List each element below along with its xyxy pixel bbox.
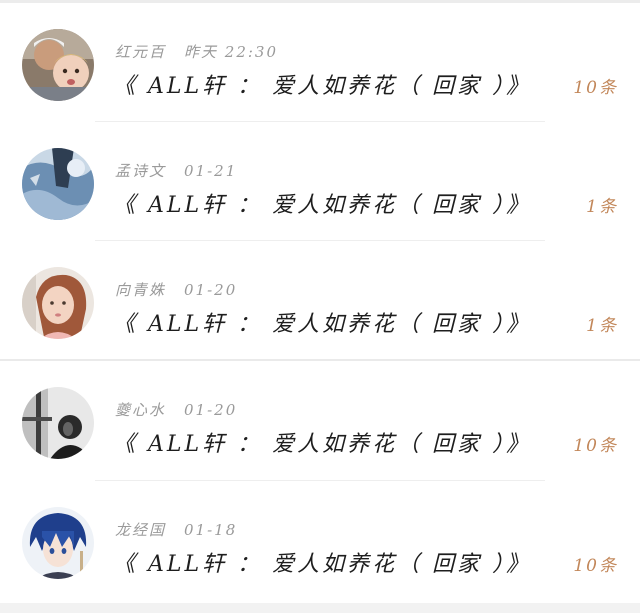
avatar-man-with-child-icon[interactable] <box>22 29 94 101</box>
article-title[interactable]: 《 ALL轩 ： 爱人如养花（ 回家 ）》 <box>113 187 531 219</box>
comment-time: 01-20 <box>184 281 238 299</box>
comment-time: 01-20 <box>184 401 238 419</box>
avatar-anime-boy-icon[interactable] <box>22 507 94 579</box>
comment-list-page: 红元百 昨天 22:30 《 ALL轩 ： 爱人如养花（ 回家 ）》 10条 孟诗… <box>0 0 640 613</box>
comment-meta: 龙经国 01-18 <box>115 519 237 540</box>
comment-time: 01-21 <box>184 162 238 180</box>
comment-count[interactable]: 1条 <box>586 311 618 336</box>
comment-meta: 向青姝 01-20 <box>115 279 237 300</box>
article-title[interactable]: 《 ALL轩 ： 爱人如养花（ 回家 ）》 <box>113 68 531 100</box>
comment-time: 昨天 22:30 <box>184 43 279 61</box>
article-title[interactable]: 《 ALL轩 ： 爱人如养花（ 回家 ）》 <box>113 306 531 338</box>
comment-time: 01-18 <box>184 521 238 539</box>
bottom-separator <box>0 603 640 613</box>
comment-count[interactable]: 10条 <box>573 431 618 456</box>
article-title[interactable]: 《 ALL轩 ： 爱人如养花（ 回家 ）》 <box>113 546 531 578</box>
author-name[interactable]: 夔心水 <box>115 401 166 419</box>
comment-meta: 夔心水 01-20 <box>115 399 237 420</box>
list-item[interactable]: 孟诗文 01-21 《 ALL轩 ： 爱人如养花（ 回家 ）》 1条 <box>0 124 640 243</box>
author-name[interactable]: 向青姝 <box>115 281 166 299</box>
list-item[interactable]: 红元百 昨天 22:30 《 ALL轩 ： 爱人如养花（ 回家 ）》 10条 <box>0 5 640 124</box>
comment-meta: 孟诗文 01-21 <box>115 160 237 181</box>
author-name[interactable]: 红元百 <box>115 43 166 61</box>
list-item[interactable]: 龙经国 01-18 《 ALL轩 ： 爱人如养花（ 回家 ）》 10条 <box>0 483 640 602</box>
comment-count[interactable]: 1条 <box>586 192 618 217</box>
avatar-little-girl-icon[interactable] <box>22 267 94 339</box>
comment-count[interactable]: 10条 <box>573 73 618 98</box>
section-separator <box>0 359 640 361</box>
avatar-grayscale-person-icon[interactable] <box>22 387 94 459</box>
avatar-blue-abstract-icon[interactable] <box>22 148 94 220</box>
author-name[interactable]: 龙经国 <box>115 521 166 539</box>
article-title[interactable]: 《 ALL轩 ： 爱人如养花（ 回家 ）》 <box>113 426 531 458</box>
comment-count[interactable]: 10条 <box>573 551 618 576</box>
top-separator <box>0 0 640 3</box>
divider <box>95 121 545 122</box>
divider <box>95 480 545 481</box>
divider <box>95 240 545 241</box>
author-name[interactable]: 孟诗文 <box>115 162 166 180</box>
list-item[interactable]: 夔心水 01-20 《 ALL轩 ： 爱人如养花（ 回家 ）》 10条 <box>0 363 640 482</box>
list-item[interactable]: 向青姝 01-20 《 ALL轩 ： 爱人如养花（ 回家 ）》 1条 <box>0 243 640 362</box>
comment-meta: 红元百 昨天 22:30 <box>115 41 278 62</box>
